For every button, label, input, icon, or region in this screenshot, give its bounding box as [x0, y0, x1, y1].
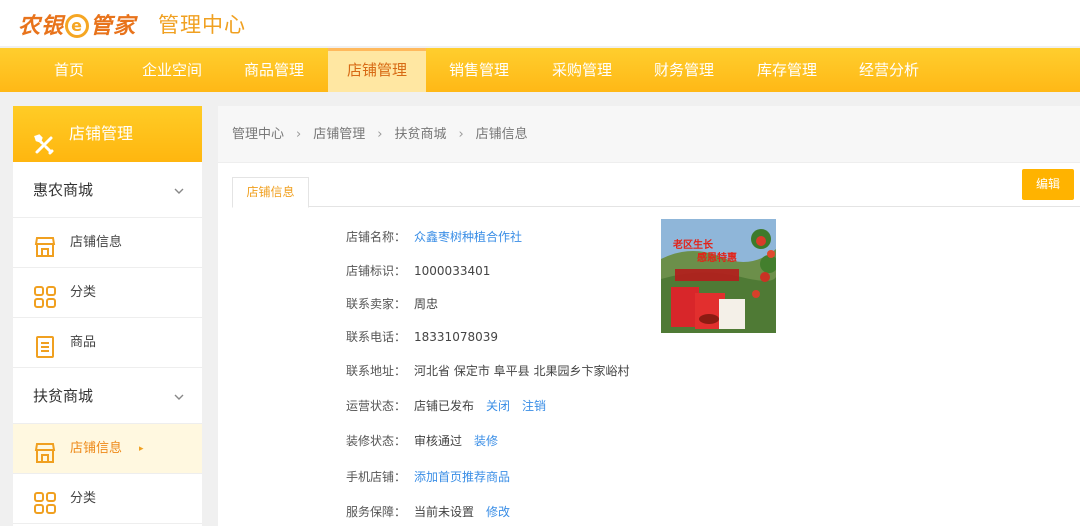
phone-value: 18331078039	[414, 330, 498, 344]
logo-text-part2: 管家	[90, 14, 137, 39]
nav-product-management[interactable]: 商品管理	[230, 48, 318, 92]
sidebar-item-label: 分类	[70, 491, 97, 506]
address-row: 联系地址： 河北省 保定市 阜平县 北果园乡卞家峪村	[346, 362, 629, 379]
breadcrumb-separator: ›	[296, 127, 302, 142]
sidebar-item-category[interactable]: 分类	[13, 268, 202, 318]
service-guarantee-label: 服务保障：	[346, 505, 407, 519]
decoration-status-row: 装修状态： 审核通过 装修	[346, 432, 498, 449]
sidebar-group-huinong[interactable]: 惠农商城	[13, 162, 202, 218]
sidebar-item-label: 店铺信息	[70, 441, 123, 456]
sidebar-item-category[interactable]: 分类	[13, 474, 202, 524]
store-id-row: 店铺标识： 1000033401	[346, 262, 490, 279]
breadcrumb: 管理中心 › 店铺管理 › 扶贫商城 › 店铺信息	[218, 106, 1080, 163]
nav-enterprise-space[interactable]: 企业空间	[128, 48, 216, 92]
logo-text-part1: 农银	[18, 14, 65, 39]
decoration-status-value: 审核通过	[414, 434, 463, 448]
caret-right-icon: ▸	[139, 444, 144, 454]
sidebar-item-store-info-active[interactable]: 店铺信息 ▸	[13, 424, 202, 474]
sidebar-item-store-info[interactable]: 店铺信息	[13, 218, 202, 268]
nav-home[interactable]: 首页	[40, 48, 98, 92]
nav-inventory-management[interactable]: 库存管理	[743, 48, 831, 92]
logo-e-icon: e	[65, 14, 90, 38]
breadcrumb-separator: ›	[458, 127, 464, 142]
decorate-link[interactable]: 装修	[474, 434, 498, 448]
operation-status-label: 运营状态：	[346, 399, 407, 413]
decoration-status-label: 装修状态：	[346, 434, 407, 448]
store-name-label: 店铺名称：	[346, 230, 407, 244]
sidebar-item-products[interactable]: 商品	[13, 318, 202, 368]
tab-bar: 店铺信息	[232, 177, 1080, 208]
page-title: 管理中心	[158, 13, 246, 37]
main-nav: 首页 企业空间 商品管理 店铺管理 销售管理 采购管理 财务管理 库存管理 经营…	[0, 48, 1080, 92]
chevron-down-icon	[174, 368, 184, 424]
breadcrumb-item[interactable]: 扶贫商城	[394, 127, 446, 142]
sidebar-item-label: 店铺信息	[70, 235, 123, 250]
operation-status-row: 运营状态： 店铺已发布 关闭 注销	[346, 397, 546, 414]
nav-business-analysis[interactable]: 经营分析	[845, 48, 933, 92]
breadcrumb-item[interactable]: 店铺管理	[313, 127, 365, 142]
edit-button[interactable]: 编辑	[1022, 169, 1074, 200]
nav-store-management[interactable]: 店铺管理	[328, 48, 426, 92]
tab-store-info[interactable]: 店铺信息	[232, 177, 309, 208]
close-store-link[interactable]: 关闭	[486, 399, 510, 413]
add-recommended-products-link[interactable]: 添加首页推荐商品	[414, 470, 510, 484]
seller-value: 周忠	[414, 297, 439, 311]
address-value: 河北省 保定市 阜平县 北果园乡卞家峪村	[414, 364, 630, 378]
mobile-store-row: 手机店铺： 添加首页推荐商品	[346, 468, 510, 485]
breadcrumb-item-current: 店铺信息	[475, 127, 528, 142]
sidebar-item-label: 商品	[70, 335, 97, 350]
mobile-store-label: 手机店铺：	[346, 470, 407, 484]
image-caption-2: 感恩特惠	[697, 253, 737, 264]
operation-status-value: 店铺已发布	[414, 399, 475, 413]
service-guarantee-row: 服务保障： 当前未设置 修改	[346, 503, 510, 520]
top-header: 农银 e 管家 管理中心	[0, 0, 1080, 46]
breadcrumb-separator: ›	[377, 127, 383, 142]
sidebar-group-label: 惠农商城	[33, 181, 94, 199]
seller-row: 联系卖家： 周忠	[346, 295, 438, 312]
store-name-link[interactable]: 众鑫枣树种植合作社	[414, 230, 522, 244]
grid-icon	[33, 487, 57, 526]
store-image: 老区生长 感恩特惠	[661, 219, 776, 333]
sidebar-title: 店铺管理	[69, 124, 134, 143]
service-guarantee-value: 当前未设置	[414, 505, 475, 519]
sidebar-header: 店铺管理	[13, 106, 202, 162]
nav-finance-management[interactable]: 财务管理	[640, 48, 728, 92]
sidebar-group-label: 扶贫商城	[33, 387, 94, 405]
store-id-value: 1000033401	[414, 264, 491, 278]
cancel-store-link[interactable]: 注销	[522, 399, 546, 413]
chevron-down-icon	[174, 162, 184, 218]
sidebar-group-fupin[interactable]: 扶贫商城	[13, 368, 202, 424]
sidebar-item-label: 分类	[70, 285, 97, 300]
main-content: 管理中心 › 店铺管理 › 扶贫商城 › 店铺信息 店铺信息 编辑 店铺名称： 众鑫枣树种植合…	[218, 106, 1080, 526]
phone-label: 联系电话：	[346, 330, 407, 344]
seller-label: 联系卖家：	[346, 297, 407, 311]
nav-purchase-management[interactable]: 采购管理	[538, 48, 626, 92]
modify-link[interactable]: 修改	[486, 505, 510, 519]
store-id-label: 店铺标识：	[346, 264, 407, 278]
breadcrumb-item[interactable]: 管理中心	[232, 127, 284, 142]
phone-row: 联系电话： 18331078039	[346, 328, 498, 345]
store-name-row: 店铺名称： 众鑫枣树种植合作社	[346, 228, 522, 245]
sidebar: 店铺管理 惠农商城 店铺信息 分类 商品 扶贫商城 店铺信息 ▸ 分类	[13, 106, 202, 526]
brand-logo[interactable]: 农银 e 管家	[18, 8, 136, 40]
address-label: 联系地址：	[346, 364, 407, 378]
nav-sales-management[interactable]: 销售管理	[435, 48, 523, 92]
